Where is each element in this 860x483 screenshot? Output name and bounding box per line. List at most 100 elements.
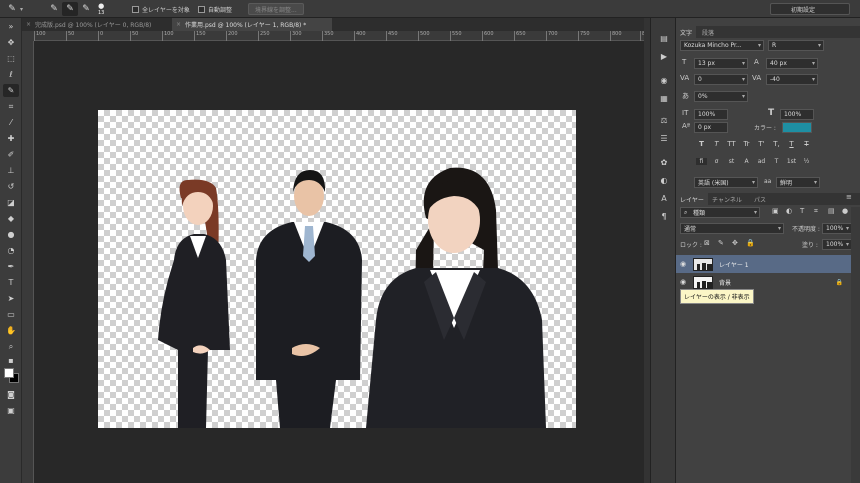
language-dropdown[interactable]: 英語 (米国) xyxy=(694,177,758,188)
underline-button[interactable]: T xyxy=(786,140,797,148)
font-size-field[interactable]: 13 px xyxy=(694,58,748,69)
filter-type-icon[interactable]: T xyxy=(800,207,804,215)
contextual-alternates-button[interactable]: σ xyxy=(711,158,722,165)
history-brush-tool-icon[interactable]: ↺ xyxy=(3,180,19,193)
font-style-dropdown[interactable]: R xyxy=(768,40,824,51)
superscript-button[interactable]: T' xyxy=(756,140,767,148)
properties-panel-icon[interactable]: ☰ xyxy=(657,132,671,144)
kerning-field[interactable]: 0 xyxy=(694,74,748,85)
swash-button[interactable]: A xyxy=(741,158,752,165)
panel-menu-icon[interactable]: ≡ xyxy=(846,193,852,201)
crop-tool-icon[interactable]: ⌗ xyxy=(3,100,19,113)
close-tab-icon[interactable]: × xyxy=(26,21,31,28)
refine-edge-button[interactable]: 境界線を調整... xyxy=(248,3,304,15)
blend-mode-dropdown[interactable]: 通常 xyxy=(680,223,784,234)
visibility-eye-icon[interactable]: ◉ xyxy=(676,278,690,286)
document-canvas[interactable] xyxy=(98,110,576,428)
close-tab-icon[interactable]: × xyxy=(176,21,181,28)
tab-channels[interactable]: チャンネル xyxy=(708,193,746,205)
quick-mask-icon[interactable]: ◙ xyxy=(3,388,19,401)
subtract-from-selection-icon[interactable]: ✎ xyxy=(78,2,94,16)
lock-transparent-icon[interactable]: ⊠ xyxy=(704,239,710,247)
lock-position-icon[interactable]: ✥ xyxy=(732,239,738,247)
titling-alternates-button[interactable]: T xyxy=(771,158,782,165)
foreground-color-swatch[interactable] xyxy=(4,368,14,378)
filter-shape-icon[interactable]: ⌗ xyxy=(814,207,818,216)
fractions-button[interactable]: ½ xyxy=(801,158,812,165)
dodge-tool-icon[interactable]: ◔ xyxy=(3,244,19,257)
eyedropper-tool-icon[interactable]: ⁄ xyxy=(3,116,19,129)
brush-tool-icon[interactable]: ✐ xyxy=(3,148,19,161)
type-tool-icon[interactable]: T xyxy=(3,276,19,289)
stylistic-alternates-button[interactable]: ad xyxy=(756,158,767,165)
path-selection-tool-icon[interactable]: ➤ xyxy=(3,292,19,305)
subscript-button[interactable]: T, xyxy=(771,140,782,148)
canvas-area[interactable] xyxy=(34,41,644,483)
adjustments-panel-icon[interactable]: ⚖ xyxy=(657,114,671,126)
swatches-panel-icon[interactable]: ▦ xyxy=(657,92,671,104)
layer-row-layer-1[interactable]: ◉ レイヤー 1 xyxy=(676,255,851,273)
add-to-selection-icon[interactable]: ✎ xyxy=(62,2,78,16)
tab-paragraph[interactable]: 段落 xyxy=(698,26,718,38)
ruler-origin[interactable] xyxy=(22,31,34,41)
lasso-tool-icon[interactable]: ℓ xyxy=(3,68,19,81)
vertical-scale-field[interactable]: 100% xyxy=(694,109,728,120)
tab-final-psd[interactable]: × 完成版.psd @ 100% (レイヤー 0, RGB/8) xyxy=(22,18,172,31)
vertical-ruler[interactable] xyxy=(22,41,34,483)
ordinals-button[interactable]: 1st xyxy=(786,158,797,165)
visibility-eye-icon[interactable]: ◉ xyxy=(676,260,690,268)
brush-size-picker[interactable]: ● 13 xyxy=(98,2,104,16)
faux-italic-button[interactable]: T xyxy=(711,140,722,148)
ligature-button[interactable]: fi xyxy=(696,158,707,165)
clone-stamp-tool-icon[interactable]: ⊥ xyxy=(3,164,19,177)
filter-adjustment-icon[interactable]: ◐ xyxy=(786,207,792,215)
tsume-field[interactable]: 0% xyxy=(694,91,748,102)
marquee-tool-icon[interactable]: ⬚ xyxy=(3,52,19,65)
character-panel-icon[interactable]: A xyxy=(657,192,671,204)
tab-paths[interactable]: パス xyxy=(750,193,770,205)
workspace-dropdown[interactable]: 初期設定 xyxy=(770,3,850,15)
lock-all-icon[interactable]: 🔒 xyxy=(746,239,755,247)
actions-panel-icon[interactable]: ▶ xyxy=(657,50,671,62)
all-caps-button[interactable]: TT xyxy=(726,140,737,148)
eraser-tool-icon[interactable]: ◪ xyxy=(3,196,19,209)
filter-toggle-icon[interactable]: ● xyxy=(842,207,848,215)
layer-filter-dropdown[interactable]: ⌕ 種類 xyxy=(680,207,760,218)
filter-smart-object-icon[interactable]: ▤ xyxy=(828,207,835,215)
history-panel-icon[interactable]: ▤ xyxy=(657,32,671,44)
tracking-field[interactable]: -40 xyxy=(766,74,818,85)
panel-collapse-icon[interactable]: » xyxy=(3,20,19,33)
font-family-dropdown[interactable]: Kozuka Mincho Pr... xyxy=(680,40,764,51)
faux-bold-button[interactable]: T xyxy=(696,140,707,148)
layers-panel-scrollbar[interactable] xyxy=(851,207,860,483)
text-color-swatch[interactable] xyxy=(782,122,812,133)
fill-field[interactable]: 100% xyxy=(822,239,852,250)
opacity-field[interactable]: 100% xyxy=(822,223,852,234)
tab-work-psd[interactable]: × 作業用.psd @ 100% (レイヤー 1, RGB/8) * xyxy=(172,18,332,31)
tab-layers[interactable]: レイヤー xyxy=(676,193,708,205)
healing-brush-tool-icon[interactable]: ✚ xyxy=(3,132,19,145)
baseline-shift-field[interactable]: 0 px xyxy=(694,122,728,133)
paint-bucket-tool-icon[interactable]: ◆ xyxy=(3,212,19,225)
move-tool-icon[interactable]: ✥ xyxy=(3,36,19,49)
paragraph-panel-icon[interactable]: ¶ xyxy=(657,210,671,222)
horizontal-ruler[interactable]: 100 50 0 50 100 150 200 250 300 350 400 … xyxy=(34,31,652,41)
auto-enhance-checkbox[interactable]: 自動調整 xyxy=(198,2,232,16)
lock-image-icon[interactable]: ✎ xyxy=(718,239,724,247)
brush-panel-icon[interactable]: ✿ xyxy=(657,156,671,168)
new-selection-icon[interactable]: ✎ xyxy=(46,2,62,16)
leading-field[interactable]: 40 px xyxy=(766,58,818,69)
color-panel-icon[interactable]: ◉ xyxy=(657,74,671,86)
tab-character[interactable]: 文字 xyxy=(676,26,697,38)
discretionary-ligatures-button[interactable]: st xyxy=(726,158,737,165)
sample-all-layers-checkbox[interactable]: 全レイヤーを対象 xyxy=(132,2,190,16)
filter-pixel-icon[interactable]: ▣ xyxy=(772,207,779,215)
default-colors-icon[interactable]: ▪ xyxy=(3,354,19,367)
pen-tool-icon[interactable]: ✒ xyxy=(3,260,19,273)
zoom-tool-icon[interactable]: ⌕ xyxy=(3,340,19,353)
hand-tool-icon[interactable]: ✋ xyxy=(3,324,19,337)
screen-mode-icon[interactable]: ▣ xyxy=(3,404,19,417)
antialias-dropdown[interactable]: 鮮明 xyxy=(776,177,820,188)
small-caps-button[interactable]: Tr xyxy=(741,140,752,148)
tool-preset-picker[interactable]: ✎ ▾ xyxy=(4,2,23,16)
